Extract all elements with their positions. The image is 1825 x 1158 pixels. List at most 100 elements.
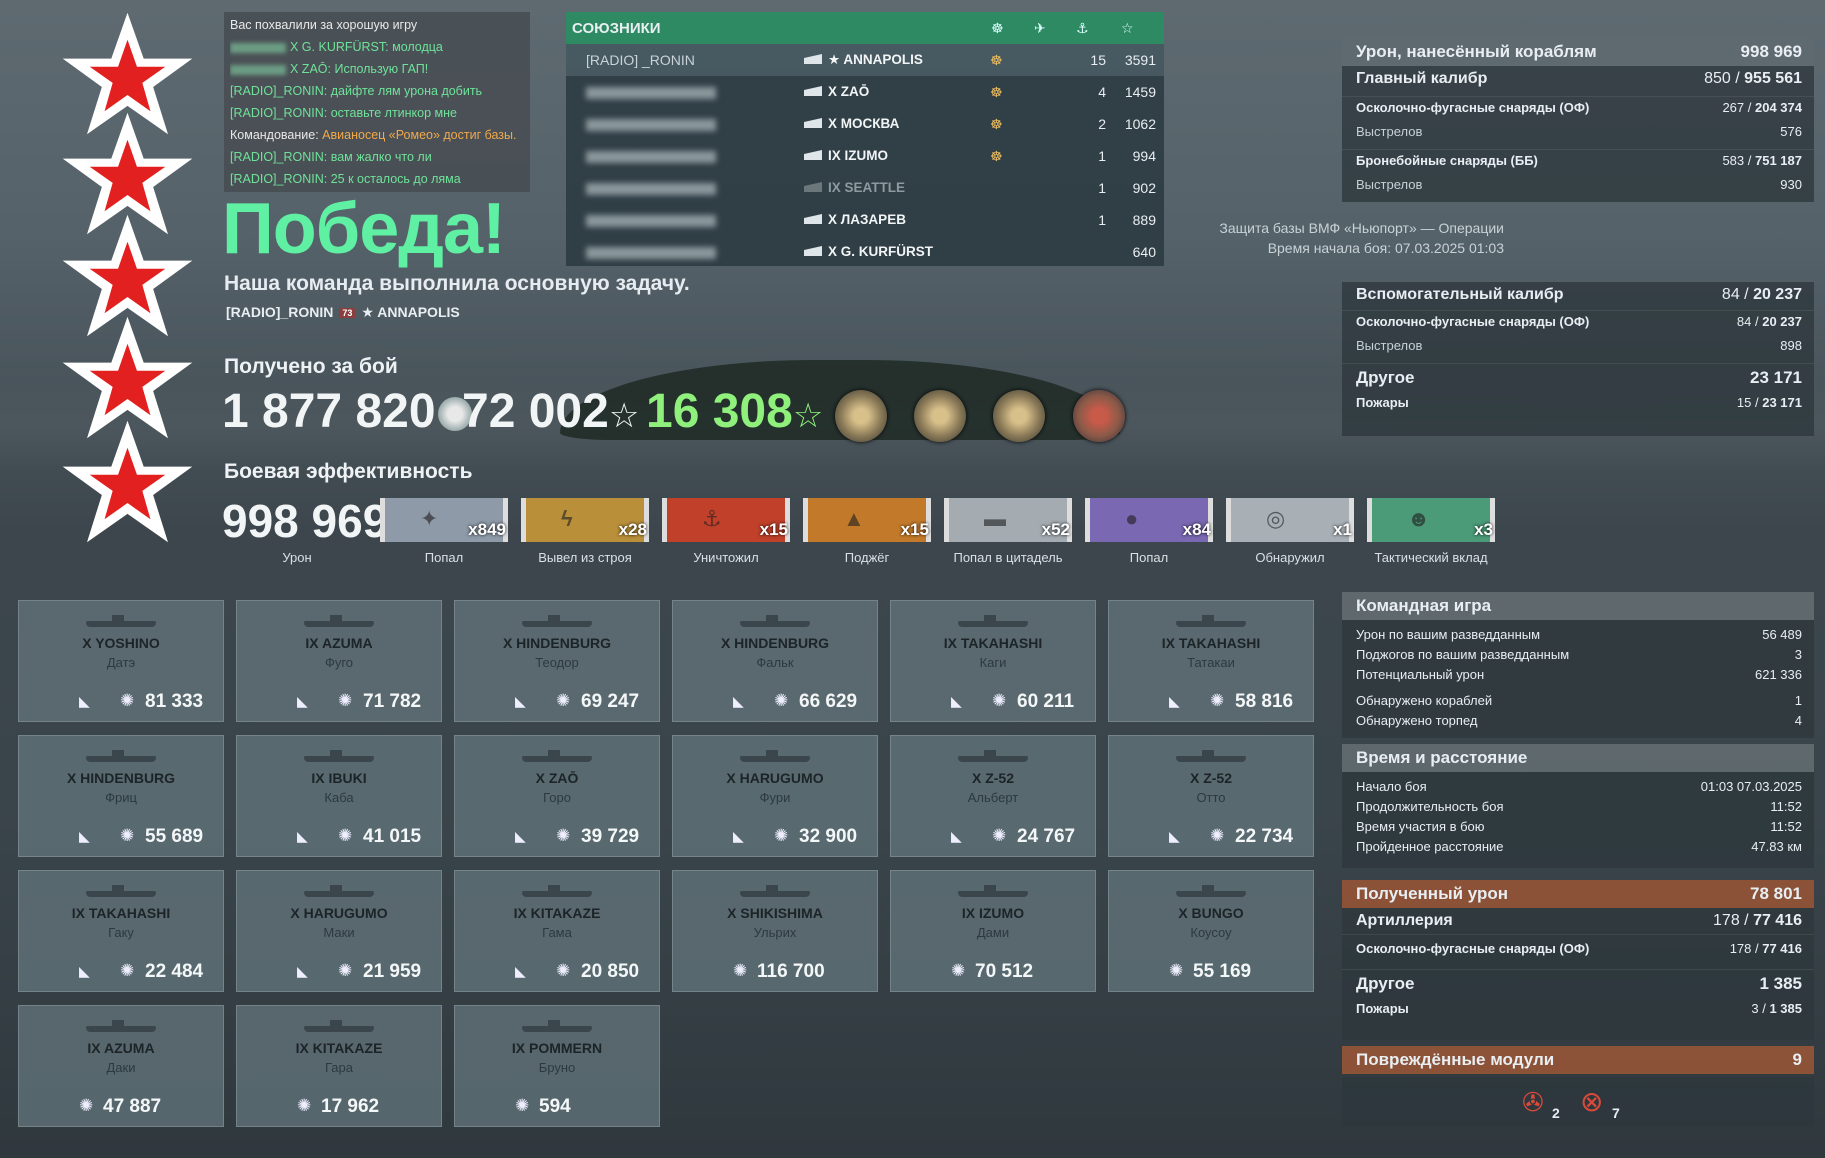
ally-row[interactable]: IX IZUMO ☸ 1 994 <box>566 140 1164 172</box>
destroyed-ship-card[interactable]: IX TAKAHASHI Каги ◣ ✺ 60 211 <box>890 600 1096 722</box>
achievement-medal-icon[interactable] <box>835 390 887 442</box>
ship-player: Каба <box>324 790 354 805</box>
received-other-row: Другое 1 385 <box>1342 969 1814 998</box>
chat-message: Командование: Авианосец «Ромео» достиг б… <box>230 124 524 146</box>
ribbon[interactable]: ☻ x3 <box>1367 498 1495 542</box>
ship-player: Отто <box>1196 790 1226 805</box>
destroyed-ship-card[interactable]: IX AZUMA Фуго ◣ ✺ 71 782 <box>236 600 442 722</box>
ally-row[interactable]: X G. KURFÜRST 640 <box>566 236 1164 268</box>
ribbon[interactable]: ● x84 <box>1085 498 1213 542</box>
ally-row[interactable]: X МОСКВА ☸ 2 1062 <box>566 108 1164 140</box>
destroyed-ship-card[interactable]: IX IBUKI Каба ◣ ✺ 41 015 <box>236 735 442 857</box>
destroyed-ship-card[interactable]: X Z-52 Альберт ◣ ✺ 24 767 <box>890 735 1096 857</box>
destroyed-ship-card[interactable]: IX TAKAHASHI Татакаи ◣ ✺ 58 816 <box>1108 600 1314 722</box>
ally-xp: 889 <box>1132 212 1156 228</box>
ally-xp: 994 <box>1132 148 1156 164</box>
ship-name: X SHIKISHIMA <box>727 905 823 921</box>
ribbon[interactable]: ✦ x849 <box>380 498 508 542</box>
chat-text: молодца <box>388 40 443 54</box>
achievement-medal-icon[interactable] <box>993 390 1045 442</box>
ally-row[interactable]: IX SEATTLE 1 902 <box>566 172 1164 204</box>
damage-burst-icon: ✺ <box>556 826 571 845</box>
ally-row[interactable]: X ZAŌ ☸ 4 1459 <box>566 76 1164 108</box>
destroyed-ship-card[interactable]: IX AZUMA Даки ✺ 47 887 <box>18 1005 224 1127</box>
destroyed-ship-card[interactable]: X YOSHINO Датэ ◣ ✺ 81 333 <box>18 600 224 722</box>
ribbon[interactable]: ϟ x28 <box>521 498 649 542</box>
credits-value: 1 877 820 <box>222 385 436 438</box>
chat-text: дайфте лям урона добить <box>327 84 483 98</box>
ribbon-count: x3 <box>1474 520 1493 539</box>
ship-silhouette-icon <box>86 885 156 897</box>
destroyed-ship-card[interactable]: IX KITAKAZE Гара ✺ 17 962 <box>236 1005 442 1127</box>
damaged-modules-header: Повреждённые модули 9 <box>1342 1046 1814 1074</box>
ribbon-icon: ⚓ <box>702 506 722 531</box>
ally-row[interactable]: [RADIO] _RONIN ★ ANNAPOLIS ☸ 15 3591 <box>566 44 1164 76</box>
ribbon-icon: ☻ <box>1407 506 1431 531</box>
ship-silhouette-icon <box>86 615 156 627</box>
ship-player: Фриц <box>105 790 137 805</box>
chat-message: [RADIO]_RONIN: оставьте лтинкор мне <box>230 102 524 124</box>
ribbon[interactable]: ◎ x1 <box>1226 498 1354 542</box>
ship-silhouette-icon <box>522 885 592 897</box>
destroyed-ship-card[interactable]: X HINDENBURG Фриц ◣ ✺ 55 689 <box>18 735 224 857</box>
ribbon[interactable]: ▬ x52 <box>944 498 1072 542</box>
ship-damage: 70 512 <box>975 961 1034 982</box>
damage-burst-icon: ✺ <box>338 961 353 980</box>
ship-name: X HARUGUMO <box>290 905 388 921</box>
ribbon-count: x52 <box>1041 520 1070 539</box>
destroyed-ship-card[interactable]: X HARUGUMO Фури ◣ ✺ 32 900 <box>672 735 878 857</box>
ribbon[interactable]: ⚓ x15 <box>662 498 790 542</box>
ship-name: X Z-52 <box>1189 770 1232 786</box>
ally-xp: 902 <box>1132 180 1156 196</box>
ally-name-hidden <box>586 183 716 195</box>
destroyed-ship-card[interactable]: IX TAKAHASHI Гаку ◣ ✺ 22 484 <box>18 870 224 992</box>
ship-damage: 594 <box>539 1096 571 1117</box>
ribbon-label: Обнаружил <box>1255 550 1325 565</box>
ribbon[interactable]: ▲ x15 <box>803 498 931 542</box>
destroyed-ship-card[interactable]: X HINDENBURG Фальк ◣ ✺ 66 629 <box>672 600 878 722</box>
destroyed-ship-card[interactable]: X Z-52 Отто ◣ ✺ 22 734 <box>1108 735 1314 857</box>
sunk-icon: ◣ <box>79 693 90 709</box>
ship-player: Гама <box>542 925 572 940</box>
stat-row: Урон по вашим разведданным 56 489 <box>1342 624 1814 644</box>
destroyed-ship-card[interactable]: IX IZUMO Дами ✺ 70 512 <box>890 870 1096 992</box>
destroyed-ship-card[interactable]: X BUNGO Коусоу ✺ 55 169 <box>1108 870 1314 992</box>
time-distance-panel: Время и расстояние Начало боя 01:03 07.03… <box>1342 744 1814 868</box>
destroyed-ship-card[interactable]: IX POMMERN Бруно ✺ 594 <box>454 1005 660 1127</box>
ship-damage: 81 333 <box>145 691 204 712</box>
achievement-medal-icon[interactable] <box>1073 390 1125 442</box>
destroyed-ship-card[interactable]: X HARUGUMO Маки ◣ ✺ 21 959 <box>236 870 442 992</box>
stat-label: Обнаружено кораблей <box>1356 693 1493 708</box>
ribbon-icon: ● <box>1125 506 1139 531</box>
chat-text: Вас похвалили за хорошую игру <box>230 18 418 32</box>
achievement-medal-icon[interactable] <box>914 390 966 442</box>
destroyed-ship-card[interactable]: X ZAŌ Горо ◣ ✺ 39 729 <box>454 735 660 857</box>
received-fires-row: Пожары 3 / 1 385 <box>1356 1001 1802 1016</box>
chat-message: [RADIO]_RONIN: вам жалко что ли <box>230 146 524 168</box>
sunk-icon: ◣ <box>515 963 526 979</box>
damage-burst-icon: ✺ <box>515 1096 530 1115</box>
damage-burst-icon: ✺ <box>556 961 571 980</box>
destroyed-ship-card[interactable]: X HINDENBURG Теодор ◣ ✺ 69 247 <box>454 600 660 722</box>
ribbon-count: x849 <box>468 520 506 539</box>
damage-burst-icon: ✺ <box>992 691 1007 710</box>
destroyed-ship-card[interactable]: IX KITAKAZE Гама ◣ ✺ 20 850 <box>454 870 660 992</box>
credits-earned: 1 877 820 <box>222 384 472 439</box>
ally-medal-icon: ☸ <box>990 52 1003 68</box>
ally-ship: X ZAŌ <box>828 84 870 99</box>
stat-value: 3 <box>1794 647 1802 662</box>
ship-name: IX TAKAHASHI <box>71 905 171 921</box>
ribbon-label: Вывел из строя <box>538 550 632 565</box>
ribbon-label: Тактический вклад <box>1374 550 1488 565</box>
ally-name-hidden <box>586 151 716 163</box>
destroyed-ship-card[interactable]: X SHIKISHIMA Ульрих ✺ 116 700 <box>672 870 878 992</box>
ally-row[interactable]: X ЛАЗАРЕВ 1 889 <box>566 204 1164 236</box>
ship-name: X YOSHINO <box>82 635 160 651</box>
ship-damage: 20 850 <box>581 961 640 982</box>
ship-player: Фури <box>759 790 791 805</box>
received-header: Полученный урон 78 801 <box>1342 880 1814 908</box>
stat-label: Пройденное расстояние <box>1356 839 1504 854</box>
ship-silhouette-icon <box>86 1020 156 1032</box>
stat-value: 4 <box>1794 713 1802 728</box>
ribbon-count: x84 <box>1182 520 1211 539</box>
